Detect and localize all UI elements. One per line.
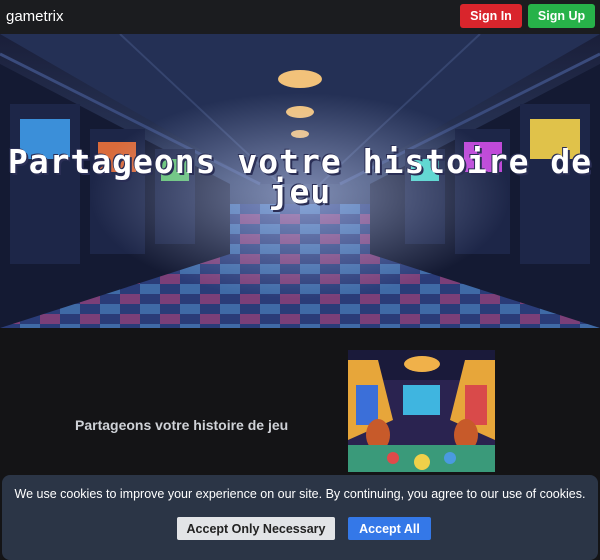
hero-title: Partageons votre histoire de jeu <box>7 142 593 211</box>
cookie-message: We use cookies to improve your experienc… <box>14 487 586 501</box>
arcade-players-image <box>348 350 495 472</box>
accept-all-button[interactable]: Accept All <box>348 517 431 540</box>
cookie-banner: We use cookies to improve your experienc… <box>2 475 598 560</box>
section-heading: Partageons votre histoire de jeu <box>75 417 289 433</box>
hero-banner: Partageons votre histoire de jeu <box>0 34 600 328</box>
navbar: gametrix Sign In Sign Up <box>0 0 600 34</box>
sign-up-button[interactable]: Sign Up <box>528 4 595 28</box>
accept-necessary-button[interactable]: Accept Only Necessary <box>177 517 335 540</box>
brand-logo[interactable]: gametrix <box>6 8 64 25</box>
sign-in-button[interactable]: Sign In <box>460 4 522 28</box>
